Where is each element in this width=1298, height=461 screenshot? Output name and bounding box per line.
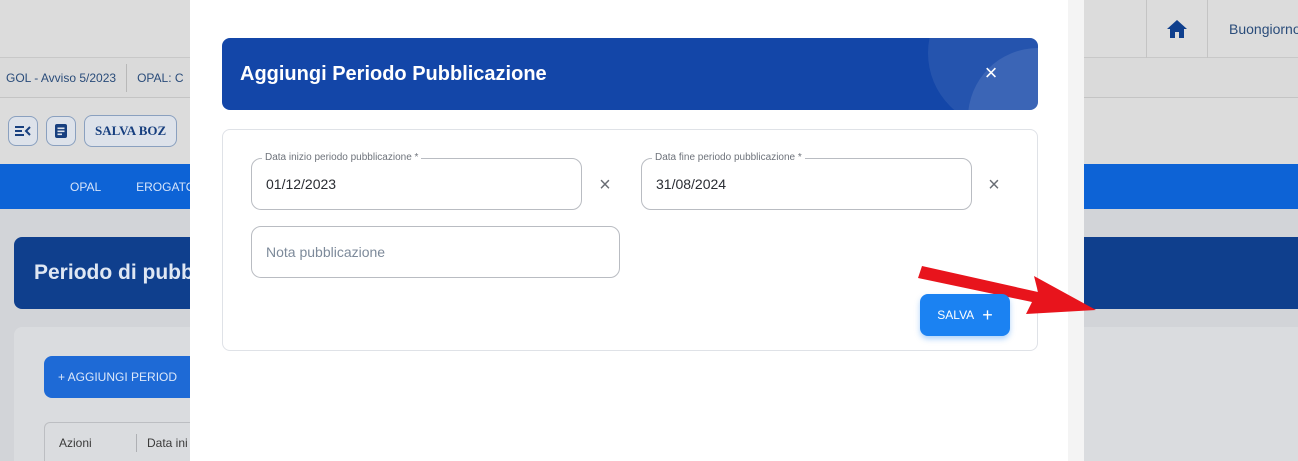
modal-header: Aggiungi Periodo Pubblicazione ×	[222, 38, 1038, 110]
home-icon[interactable]	[1146, 0, 1208, 58]
end-date-value[interactable]: 31/08/2024	[656, 159, 726, 209]
clear-end-date-icon[interactable]: ×	[981, 172, 1007, 198]
background-app-right: Buongiorno	[1068, 0, 1298, 461]
clear-start-date-icon[interactable]: ×	[592, 172, 618, 198]
note-placeholder[interactable]: Nota pubblicazione	[266, 227, 385, 277]
toolbar: SALVA BOZ	[0, 98, 190, 164]
menu-collapse-icon[interactable]	[8, 116, 38, 146]
user-greeting[interactable]: Buongiorno	[1229, 0, 1298, 58]
save-button[interactable]: SALVA +	[920, 294, 1010, 336]
divider	[1068, 0, 1084, 461]
end-date-field[interactable]: Data fine periodo pubblicazione * 31/08/…	[641, 152, 972, 210]
add-period-button[interactable]: + AGGIUNGI PERIOD	[44, 356, 190, 398]
save-draft-button[interactable]: SALVA BOZ	[84, 115, 178, 147]
toolbar	[1084, 98, 1298, 164]
start-date-value[interactable]: 01/12/2023	[266, 159, 336, 209]
background-app-left: GOL - Avviso 5/2023 OPAL: C SALVA BOZ OP…	[0, 0, 190, 461]
page-title: Periodo di pubb	[14, 237, 190, 309]
main-nav	[1084, 164, 1298, 209]
plus-icon: +	[982, 305, 993, 325]
nav-item-erogato[interactable]: EROGATO	[136, 180, 190, 194]
breadcrumb: GOL - Avviso 5/2023 OPAL: C	[0, 58, 190, 98]
page-content	[1084, 209, 1298, 461]
breadcrumb	[1084, 58, 1298, 98]
modal-title: Aggiungi Periodo Pubblicazione	[240, 63, 547, 85]
nav-item-opal[interactable]: OPAL	[70, 180, 101, 194]
page-content: Periodo di pubb + AGGIUNGI PERIOD Azioni…	[0, 209, 190, 461]
table-header: Azioni Data ini	[44, 422, 190, 461]
app-topbar	[0, 0, 190, 58]
add-period-modal: Aggiungi Periodo Pubblicazione × Data in…	[190, 0, 1096, 461]
save-button-label: SALVA	[937, 308, 975, 322]
close-icon[interactable]: ×	[978, 60, 1004, 86]
main-nav: OPAL EROGATO	[0, 164, 190, 209]
page-header	[1084, 237, 1298, 309]
document-icon[interactable]	[46, 116, 76, 146]
app-topbar: Buongiorno	[1084, 0, 1298, 58]
content-card	[1084, 327, 1298, 461]
start-date-field[interactable]: Data inizio periodo pubblicazione * 01/1…	[251, 152, 582, 210]
breadcrumb-item[interactable]: GOL - Avviso 5/2023	[0, 63, 128, 92]
column-header-azioni[interactable]: Azioni	[45, 433, 137, 452]
note-field[interactable]: Nota pubblicazione	[251, 226, 620, 278]
breadcrumb-item[interactable]: OPAL: C	[127, 64, 190, 92]
column-header-data[interactable]: Data ini	[137, 436, 188, 450]
